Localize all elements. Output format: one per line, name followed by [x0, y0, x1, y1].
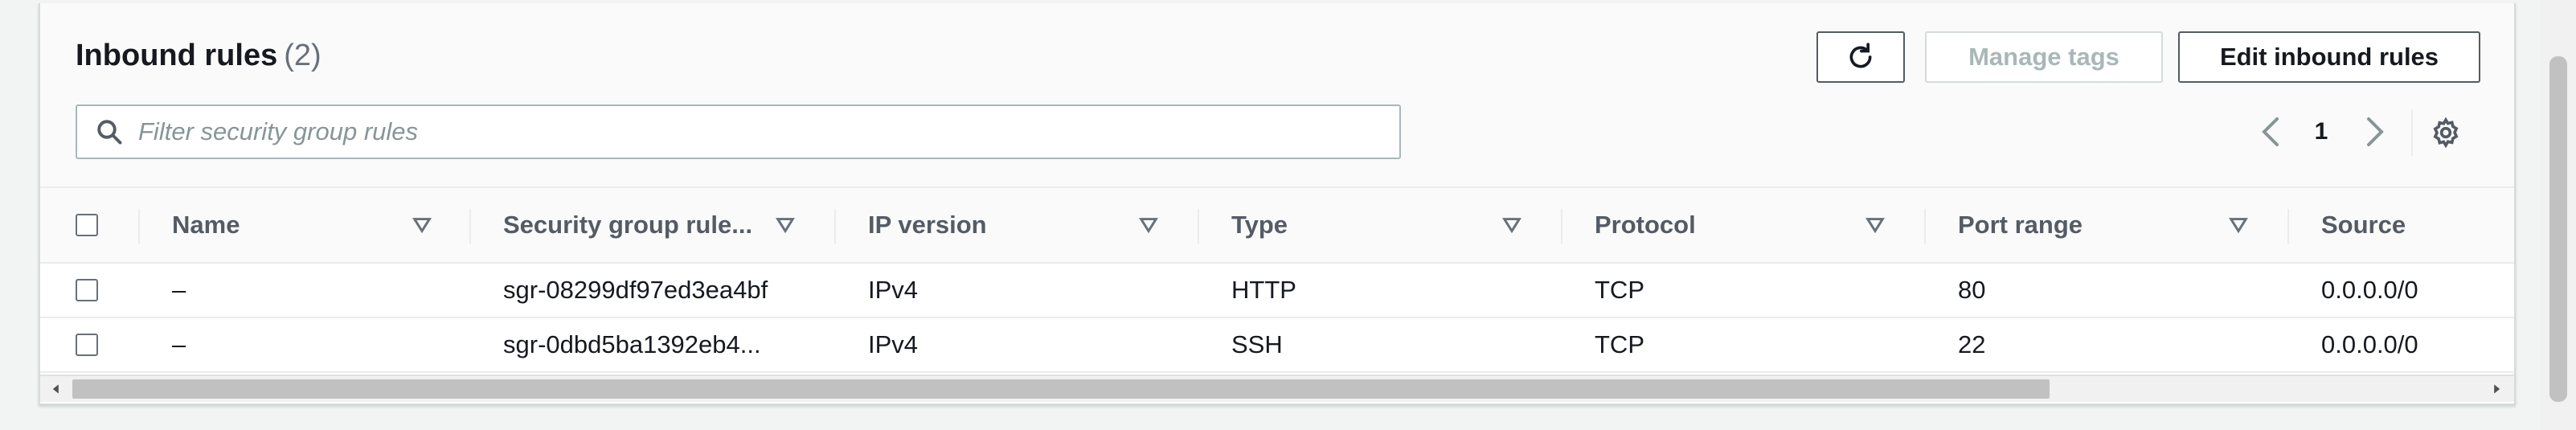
preferences-button[interactable]	[2427, 114, 2464, 151]
cell-protocol: TCP	[1595, 330, 1644, 358]
column-header-protocol[interactable]: Protocol	[1595, 188, 1696, 262]
search-input[interactable]: Filter security group rules	[76, 104, 1401, 159]
cell-source: 0.0.0.0/0	[2321, 330, 2418, 358]
chevron-left-icon	[2259, 116, 2283, 148]
row-checkbox[interactable]	[76, 279, 98, 301]
cell-rule-id[interactable]: sgr-0dbd5ba1392eb4...	[503, 318, 761, 371]
next-page-button[interactable]	[2358, 104, 2390, 159]
column-header-type[interactable]: Type	[1231, 188, 1288, 262]
sort-icon[interactable]	[1138, 215, 1159, 235]
search-placeholder: Filter security group rules	[138, 117, 419, 145]
horizontal-scrollbar[interactable]	[40, 375, 2514, 402]
column-header-source[interactable]: Source	[2321, 188, 2406, 262]
horizontal-scrollbar-thumb[interactable]	[72, 379, 2050, 399]
previous-page-button[interactable]	[2255, 104, 2287, 159]
cell-port-range: 22	[1958, 330, 1986, 358]
sort-icon[interactable]	[1865, 215, 1886, 235]
column-divider	[2287, 209, 2289, 244]
row-checkbox[interactable]	[76, 334, 98, 356]
current-page[interactable]: 1	[2305, 104, 2337, 159]
column-divider	[1561, 209, 1562, 244]
cell-type: SSH	[1231, 330, 1283, 358]
panel-title-text: Inbound rules	[76, 39, 278, 72]
manage-tags-button[interactable]: Manage tags	[1925, 31, 2163, 83]
table-header: Name Security group rule... IP version T…	[40, 186, 2514, 264]
column-divider	[469, 209, 471, 244]
search-icon	[93, 116, 125, 148]
column-divider	[138, 209, 140, 244]
column-divider	[1198, 209, 1199, 244]
manage-tags-label: Manage tags	[1968, 43, 2119, 71]
cell-source: 0.0.0.0/0	[2321, 276, 2418, 304]
refresh-icon	[1845, 41, 1877, 73]
column-header-rule-id[interactable]: Security group rule...	[503, 188, 752, 262]
column-divider	[1924, 209, 1926, 244]
cell-name: –	[172, 330, 186, 358]
panel-title: Inbound rules (2)	[76, 39, 321, 73]
table-row[interactable]: – sgr-0dbd5ba1392eb4... IPv4 SSH TCP 22 …	[40, 318, 2514, 373]
pager-divider	[2411, 109, 2413, 156]
cell-protocol: TCP	[1595, 276, 1644, 304]
rule-count: (2)	[284, 39, 321, 72]
gear-icon	[2430, 117, 2462, 149]
select-all-checkbox[interactable]	[76, 214, 98, 236]
edit-inbound-rules-label: Edit inbound rules	[2219, 43, 2439, 71]
sort-icon[interactable]	[1501, 215, 1522, 235]
cell-ip-version: IPv4	[868, 276, 919, 304]
column-header-ip-version[interactable]: IP version	[868, 188, 987, 262]
chevron-right-icon	[2362, 116, 2386, 148]
cell-type: HTTP	[1231, 276, 1296, 304]
scroll-left-arrow-icon[interactable]	[47, 379, 66, 399]
cell-ip-version: IPv4	[868, 330, 919, 358]
column-header-name[interactable]: Name	[172, 188, 240, 262]
page: Inbound rules (2) Manage tags Edit inboun…	[0, 0, 2576, 430]
edit-inbound-rules-button[interactable]: Edit inbound rules	[2178, 31, 2480, 83]
column-header-port-range[interactable]: Port range	[1958, 188, 2083, 262]
sort-icon[interactable]	[412, 215, 432, 235]
vertical-scrollbar[interactable]	[2540, 0, 2576, 430]
vertical-scrollbar-thumb[interactable]	[2549, 56, 2567, 402]
cell-name: –	[172, 276, 186, 304]
cell-rule-id[interactable]: sgr-08299df97ed3ea4bf	[503, 264, 768, 317]
cell-port-range: 80	[1958, 276, 1986, 304]
scroll-right-arrow-icon[interactable]	[2487, 379, 2506, 399]
sort-icon[interactable]	[2228, 215, 2249, 235]
table-row[interactable]: – sgr-08299df97ed3ea4bf IPv4 HTTP TCP 80…	[40, 264, 2514, 318]
column-divider	[834, 209, 836, 244]
refresh-button[interactable]	[1816, 31, 1905, 83]
inbound-rules-panel: Inbound rules (2) Manage tags Edit inboun…	[39, 3, 2516, 405]
sort-icon[interactable]	[775, 215, 796, 235]
